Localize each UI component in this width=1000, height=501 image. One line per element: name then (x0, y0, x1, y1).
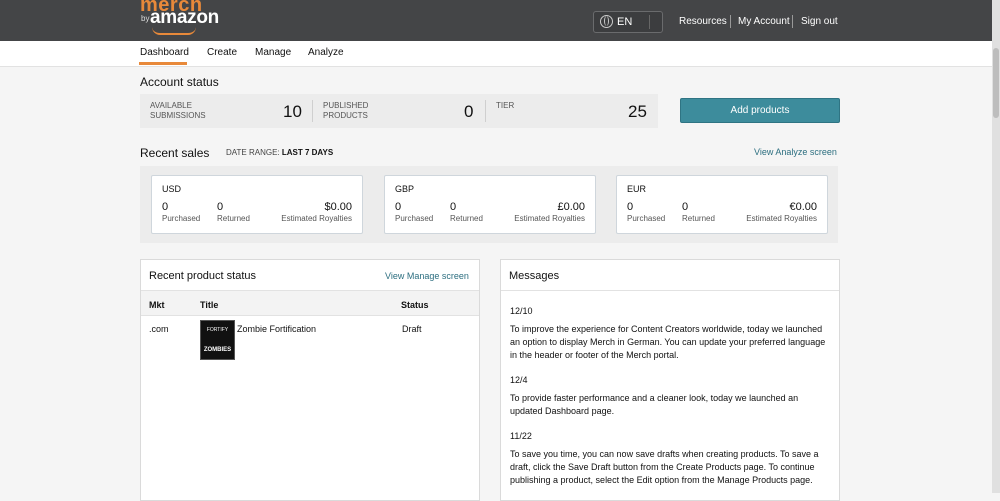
royalties-label: Estimated Royalties (514, 214, 585, 223)
column-header-mkt: Mkt (149, 300, 165, 310)
purchased-label: Purchased (627, 214, 666, 223)
royalties-value: £0.00 (557, 201, 585, 213)
currency-code: GBP (395, 184, 415, 194)
language-code: EN (617, 16, 633, 28)
published-products-label: PUBLISHED PRODUCTS (323, 101, 368, 121)
messages-divider (501, 290, 839, 291)
account-status-box: AVAILABLE SUBMISSIONS 10 PUBLISHED PRODUCT… (140, 94, 658, 128)
product-status: Draft (402, 324, 422, 334)
returned-label: Returned (682, 214, 715, 223)
account-status-title: Account status (140, 75, 219, 89)
product-status-title: Recent product status (149, 270, 257, 282)
globe-icon (600, 15, 613, 28)
header-link-divider (730, 15, 731, 28)
message-text: To save you time, you can now save draft… (510, 449, 819, 485)
amazon-smile-icon (152, 27, 196, 35)
add-products-button[interactable]: Add products (680, 98, 840, 123)
returned-value: 0 (217, 201, 224, 213)
logo-amazon-text: amazon (150, 7, 219, 28)
message-text: To provide faster performance and a clea… (510, 393, 799, 416)
returned-label: Returned (450, 214, 483, 223)
royalties-value: $0.00 (324, 201, 352, 213)
purchased-value: 0 (627, 201, 634, 213)
logo-by-text: by (141, 14, 150, 23)
date-range-label: DATE RANGE: (226, 148, 280, 157)
tab-create[interactable]: Create (207, 47, 237, 58)
currency-code: EUR (627, 184, 647, 194)
message-date: 11/22 (510, 431, 532, 441)
tier-label: TIER (496, 101, 515, 110)
royalties-label: Estimated Royalties (281, 214, 352, 223)
messages-title: Messages (509, 270, 560, 282)
resources-link[interactable]: Resources (679, 16, 727, 27)
date-range: DATE RANGE: LAST 7 DAYS (226, 148, 333, 157)
returned-label: Returned (217, 214, 250, 223)
published-products-value: 0 (464, 102, 474, 121)
available-label-line1: AVAILABLE (150, 101, 192, 110)
available-label-line2: SUBMISSIONS (150, 111, 206, 120)
currency-card-usd: USD 0 Purchased 0 Returned $0.00 Estimat… (151, 175, 363, 234)
sign-out-link[interactable]: Sign out (801, 16, 838, 27)
header-link-divider (792, 15, 793, 28)
language-selector[interactable]: EN (593, 11, 663, 33)
message-date: 12/10 (510, 306, 533, 316)
purchased-value: 0 (395, 201, 402, 213)
currency-card-gbp: GBP 0 Purchased 0 Returned £0.00 Estimat… (384, 175, 596, 234)
merch-by-amazon-logo[interactable]: merch by amazon (140, 0, 220, 38)
active-tab-indicator (139, 62, 187, 65)
returned-value: 0 (682, 201, 689, 213)
message-date: 12/4 (510, 375, 528, 385)
column-header-title: Title (200, 300, 219, 310)
view-manage-link[interactable]: View Manage screen (385, 271, 469, 281)
thumbnail-top-text: FORTIFY (206, 327, 229, 333)
recent-sales-title: Recent sales (140, 146, 210, 160)
main-nav: Dashboard Create Manage Analyze (0, 41, 992, 67)
product-thumbnail[interactable]: FORTIFY ZOMBIES (200, 320, 235, 360)
date-range-value[interactable]: LAST 7 DAYS (282, 148, 333, 157)
column-header-status: Status (401, 300, 429, 310)
tier-value: 25 (628, 102, 647, 121)
tab-dashboard[interactable]: Dashboard (140, 47, 189, 58)
currency-code: USD (162, 184, 182, 194)
view-analyze-link[interactable]: View Analyze screen (754, 147, 837, 157)
status-divider (312, 100, 313, 122)
messages-panel: Messages 12/10 To improve the experience… (500, 259, 840, 501)
language-divider (649, 15, 650, 29)
returned-value: 0 (450, 201, 457, 213)
published-label-line1: PUBLISHED (323, 101, 369, 110)
purchased-value: 0 (162, 201, 169, 213)
published-label-line2: PRODUCTS (323, 111, 368, 120)
purchased-label: Purchased (162, 214, 201, 223)
tab-analyze[interactable]: Analyze (308, 47, 344, 58)
message-text: To improve the experience for Content Cr… (510, 324, 826, 360)
product-title-link[interactable]: Zombie Fortification (237, 324, 316, 334)
top-bar: merch by amazon EN Resources My Account … (0, 0, 992, 41)
tab-manage[interactable]: Manage (255, 47, 291, 58)
currency-card-eur: EUR 0 Purchased 0 Returned €0.00 Estimat… (616, 175, 828, 234)
status-divider (485, 100, 486, 122)
available-submissions-label: AVAILABLE SUBMISSIONS (150, 101, 206, 121)
my-account-link[interactable]: My Account (738, 16, 790, 27)
royalties-value: €0.00 (789, 201, 817, 213)
recent-product-status-panel: Recent product status View Manage screen… (140, 259, 480, 501)
royalties-label: Estimated Royalties (746, 214, 817, 223)
scrollbar-thumb[interactable] (993, 48, 999, 118)
available-submissions-value: 10 (283, 102, 302, 121)
product-mkt: .com (149, 324, 169, 334)
page-scrollbar[interactable] (992, 0, 1000, 493)
purchased-label: Purchased (395, 214, 434, 223)
thumbnail-bottom-text: ZOMBIES (203, 347, 232, 353)
